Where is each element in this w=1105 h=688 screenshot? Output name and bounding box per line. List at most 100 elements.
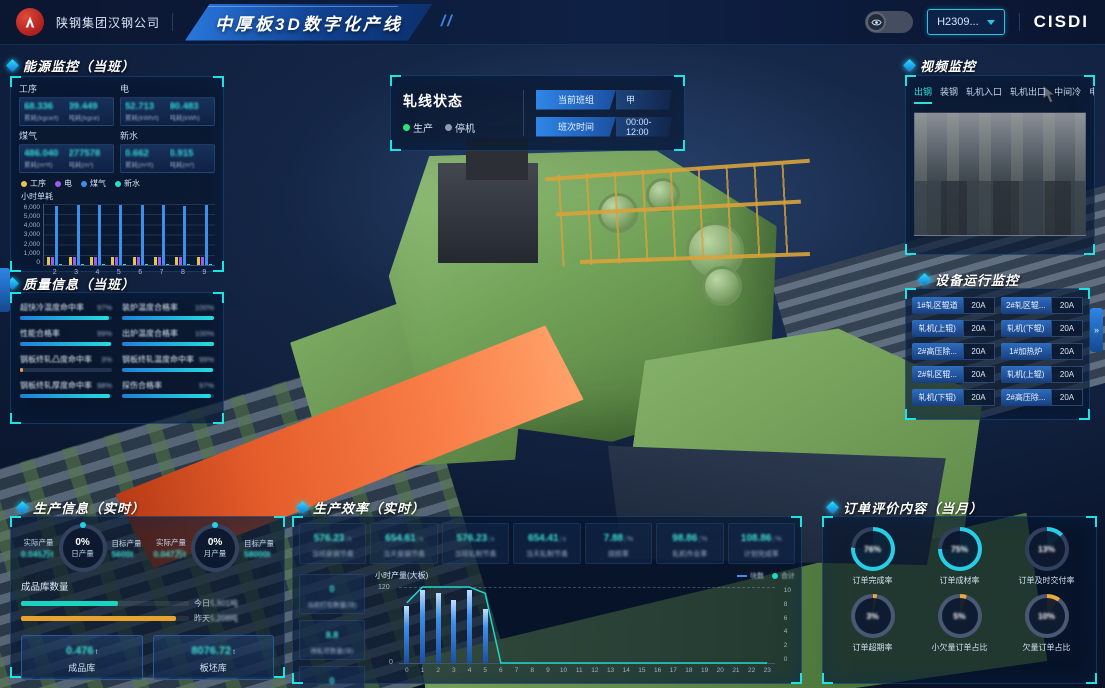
quality-value: 97%	[97, 303, 112, 312]
quality-label: 钢板终轧厚度命中率	[20, 380, 92, 391]
energy-metric-label: 累耗(m³/t)	[24, 159, 65, 169]
page-title: 中厚板3D数字化产线	[185, 4, 433, 41]
video-tab[interactable]: 轧机出口	[1010, 85, 1046, 104]
quality-value: 97%	[199, 381, 214, 390]
right-collapse-tab[interactable]: »	[1090, 308, 1103, 352]
order-kpi-value: 13%	[1038, 544, 1055, 554]
stock-card-value: 8076.72	[191, 645, 231, 657]
quality-progress-bar	[122, 342, 214, 346]
equipment-label: 1#加热炉	[1001, 343, 1052, 360]
efficiency-value: 654.41	[528, 533, 559, 544]
stock-section-title: 成品库数量	[11, 572, 284, 596]
video-tab[interactable]: 装钢	[940, 85, 958, 104]
energy-metric-card: 486.040累耗(m³/t) 277578吨耗(m³)	[19, 144, 114, 173]
quality-label: 性能合格率	[20, 328, 60, 339]
stock-card-label: 板坯库	[154, 661, 274, 674]
energy-metric-card: 0.662累耗(m³/t) 0.915吨耗(m³)	[120, 144, 215, 173]
video-feed[interactable]	[914, 112, 1086, 236]
left-axis-bottom-tick: 0	[389, 659, 393, 666]
hourly-chart-legend-item: 块数	[737, 571, 764, 581]
hourly-chart-title: 小时产量(大板)	[375, 570, 428, 581]
energy-metric-value: 0.915	[170, 148, 211, 159]
efficiency-card: 108.86% 计划完成率	[728, 523, 795, 564]
stock-bar	[21, 601, 189, 606]
stock-bar-row: 今日5,801吨	[11, 596, 284, 611]
equipment-item[interactable]: 2#轧区辊... 20A	[1001, 297, 1084, 314]
energy-panel: 工序 68.336累耗(kgce/t) 39.449吨耗(kgce) 电 52.…	[10, 76, 224, 272]
energy-metric-value: 0.662	[125, 148, 166, 159]
order-donut-chart: 10%	[1025, 594, 1069, 638]
equipment-item[interactable]: 轧机(下辊) 20A	[912, 389, 995, 406]
energy-metric-value: 39.449	[69, 101, 110, 112]
equipment-label: 1#轧区辊道	[912, 297, 963, 314]
left-collapse-tab[interactable]	[0, 268, 10, 312]
energy-group-name: 工序	[19, 82, 114, 95]
quality-label: 钢板终轧温度命中率	[122, 354, 194, 365]
video-tab[interactable]: 中间冷	[1054, 85, 1081, 104]
video-tab[interactable]: 轧机入口	[966, 85, 1002, 104]
eye-icon	[866, 12, 886, 32]
quality-panel-title: 质量信息（当班）	[8, 274, 135, 293]
energy-panel-title: 能源监控（当班）	[8, 56, 135, 75]
equipment-item[interactable]: 2#高压除... 20A	[1001, 389, 1084, 406]
efficiency-label: 计划完成率	[731, 549, 792, 559]
energy-metric-label: 吨耗(kgce)	[69, 112, 110, 122]
efficiency-label: 轧机作业率	[659, 549, 720, 559]
quality-label: 出炉温度合格率	[122, 328, 178, 339]
cisdi-logo: CISDI	[1034, 12, 1089, 32]
legend-dot-icon	[21, 181, 27, 187]
target-value: 5600t	[112, 549, 142, 559]
equipment-item[interactable]: 1#加热炉 20A	[1001, 343, 1084, 360]
order-donut-chart: 76%	[851, 527, 895, 571]
stock-card-unit: t	[233, 649, 235, 656]
equipment-item[interactable]: 1#轧区辊道 20A	[912, 297, 995, 314]
efficiency-unit: %	[772, 536, 782, 543]
efficiency-unit: s	[344, 536, 351, 543]
quality-progress-bar	[20, 342, 112, 346]
visibility-toggle[interactable]	[865, 11, 913, 33]
energy-legend-item: 煤气	[81, 178, 106, 189]
energy-metric-card: 68.336累耗(kgce/t) 39.449吨耗(kgce)	[19, 97, 114, 126]
energy-metric-label: 累耗(m³/t)	[125, 159, 166, 169]
production-gauge: 实际产量 0.045万t 0% 日产量 目标产量 5600t	[15, 524, 148, 572]
company-name: 陕钢集团汉钢公司	[56, 14, 160, 31]
stock-card-value: 0.476	[66, 645, 94, 657]
efficiency-value: 576.23	[457, 533, 488, 544]
equipment-item[interactable]: 轧机(上辊) 20A	[912, 320, 995, 337]
order-kpi: 13% 订单及时交付率	[1005, 527, 1088, 586]
right-axis-ticks: 1086420	[784, 587, 791, 663]
actual-value: 0.047万t	[153, 548, 186, 560]
dashboard-root: 陕钢集团汉钢公司 中厚板3D数字化产线 // H2309... CISDI 能源…	[0, 0, 1105, 688]
quality-value: 98%	[97, 381, 112, 390]
legend-dot-icon	[115, 181, 121, 187]
efficiency-panel-title: 生产效率（实时）	[298, 498, 425, 517]
stock-card-label: 成品库	[22, 661, 142, 674]
legend-dot-icon	[55, 181, 61, 187]
chevron-down-icon	[987, 20, 995, 25]
equipment-item[interactable]: 2#高压除... 20A	[912, 343, 995, 360]
energy-legend-item: 新水	[115, 178, 140, 189]
video-tab[interactable]: 电动辊	[1089, 85, 1094, 104]
line-status-panel: 轧线状态 生产 停机 当前班组 甲 班次时间 00:00-12:00	[390, 75, 685, 151]
equipment-panel-title: 设备运行监控	[920, 270, 1019, 289]
stock-card-unit: t	[96, 649, 98, 656]
stock-bar-row: 昨天5,208吨	[11, 611, 284, 626]
video-tab[interactable]: 出钢	[914, 85, 932, 104]
equipment-item[interactable]: 轧机(下辊) 20A	[1001, 320, 1084, 337]
equipment-item[interactable]: 2#轧区辊... 20A	[912, 366, 995, 383]
target-value: 58000t	[244, 549, 274, 559]
order-kpi: 10% 欠量订单占比	[1005, 594, 1088, 653]
equipment-item[interactable]: 轧机(上辊) 20A	[1001, 366, 1084, 383]
energy-group: 电 52.713累耗(kWh/t) 80.483吨耗(kWh)	[120, 82, 215, 126]
order-kpi-value: 3%	[866, 611, 878, 621]
equipment-current-value: 20A	[1051, 343, 1083, 360]
heat-number-dropdown[interactable]: H2309...	[927, 9, 1005, 35]
equipment-label: 2#轧区辊...	[1001, 297, 1052, 314]
side-card-value: 8.8	[326, 630, 339, 640]
efficiency-side-card: 0 当前打包数量(块)	[299, 574, 365, 614]
efficiency-panel: 576.23s 当班装钢节奏 654.61s 当天装钢节奏 576.23s 当班…	[292, 516, 802, 684]
efficiency-label: 当班装钢节奏	[302, 549, 363, 559]
production-ring-gauge: 0% 日产量	[59, 524, 107, 572]
efficiency-card: 576.23s 当班轧制节奏	[442, 523, 509, 564]
diamond-icon	[16, 501, 29, 514]
